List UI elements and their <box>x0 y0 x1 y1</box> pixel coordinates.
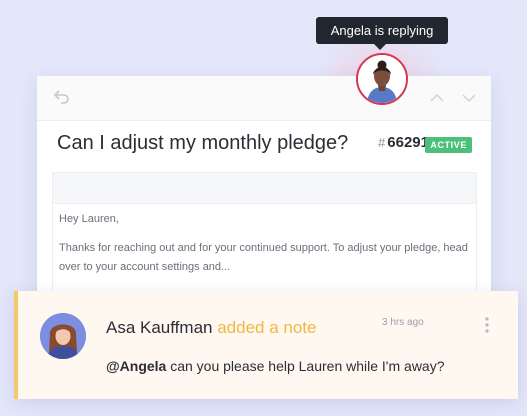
avatar[interactable] <box>40 313 86 359</box>
ticket-number-value: 66291 <box>387 134 429 151</box>
chevron-down-icon[interactable] <box>461 91 477 105</box>
undo-icon[interactable] <box>53 88 71 106</box>
avatar[interactable] <box>356 53 408 105</box>
internal-note: Asa Kauffman added a note 3 hrs ago @Ang… <box>14 291 518 399</box>
ticket-subject: Can I adjust my monthly pledge? <box>57 132 349 154</box>
ticket-number: #66291 <box>378 134 429 151</box>
message-header <box>53 173 476 204</box>
message-greeting: Hey Lauren, <box>59 213 119 225</box>
message-body: Thanks for reaching out and for your con… <box>59 242 468 273</box>
note-timestamp: 3 hrs ago <box>382 317 424 328</box>
mention-link[interactable]: @Angela <box>106 358 166 374</box>
more-vertical-icon[interactable] <box>484 316 490 334</box>
chevron-up-icon[interactable] <box>429 91 445 105</box>
note-message: can you please help Lauren while I'm awa… <box>166 358 445 374</box>
ticket-toolbar <box>37 76 491 121</box>
note-author: Asa Kauffman <box>106 318 213 337</box>
note-text: @Angela can you please help Lauren while… <box>106 358 445 374</box>
replying-tooltip: Angela is replying <box>316 17 448 50</box>
ticket-card: Can I adjust my monthly pledge? #66291 A… <box>37 76 491 334</box>
note-header: Asa Kauffman added a note <box>106 318 316 338</box>
ticket-hash: # <box>378 135 386 150</box>
note-action: added a note <box>217 318 317 337</box>
ticket-navigation <box>429 91 477 105</box>
status-badge: ACTIVE <box>425 137 472 153</box>
